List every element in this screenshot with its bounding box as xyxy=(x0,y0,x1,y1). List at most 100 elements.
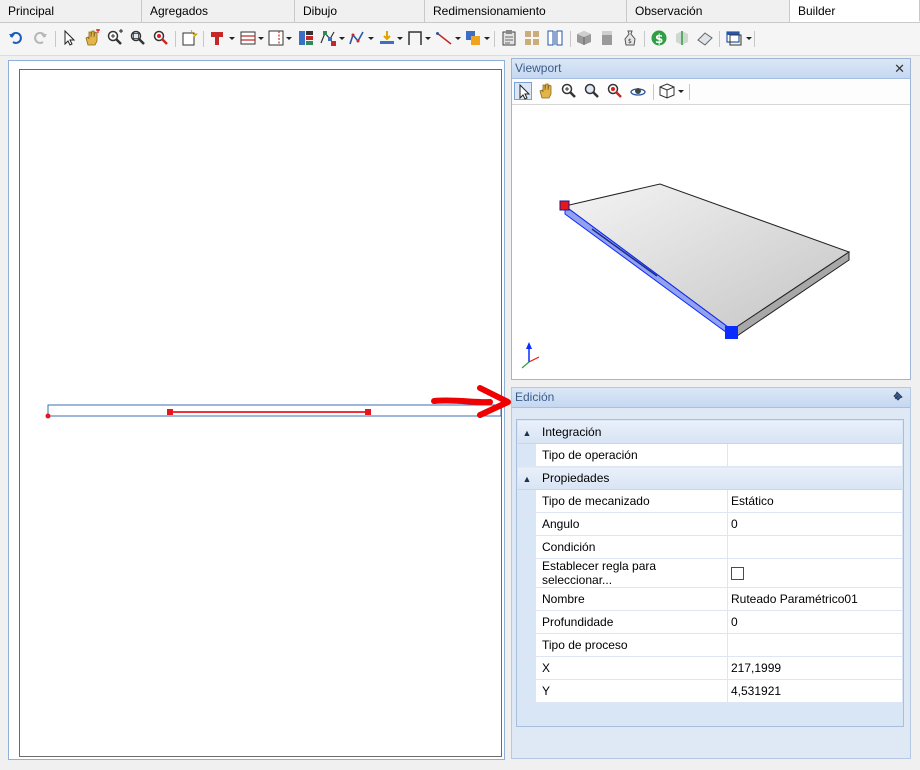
copy-block-icon[interactable] xyxy=(464,29,482,47)
end-point-marker[interactable] xyxy=(725,326,738,339)
window-dropdown[interactable] xyxy=(746,37,752,40)
zoom-fit-icon[interactable] xyxy=(106,29,124,47)
pan-hand-icon[interactable] xyxy=(83,29,101,47)
tab-redimensionamiento[interactable]: Redimensionamiento xyxy=(425,0,627,22)
property-row[interactable]: Tipo de proceso xyxy=(518,633,902,657)
zoom-icon[interactable] xyxy=(606,82,624,100)
insert-dropdown[interactable] xyxy=(397,37,403,40)
path-end-handle[interactable] xyxy=(365,409,371,415)
columns-icon[interactable] xyxy=(546,29,564,47)
path-start-handle[interactable] xyxy=(167,409,173,415)
orbit-icon[interactable] xyxy=(629,82,647,100)
tab-observacion[interactable]: Observación xyxy=(627,0,790,22)
pan-hand-icon[interactable] xyxy=(537,82,555,100)
new-sketch-icon[interactable] xyxy=(180,29,198,47)
property-value-tipo-operacion[interactable] xyxy=(727,443,902,467)
property-value-tipo-proceso[interactable] xyxy=(727,633,902,657)
property-name: Tipo de proceso xyxy=(536,633,728,657)
window-icon[interactable] xyxy=(725,29,743,47)
svg-text:$: $ xyxy=(655,32,663,46)
polyline-icon[interactable] xyxy=(348,29,366,47)
panel-frame-icon[interactable] xyxy=(267,29,285,47)
property-row[interactable]: Tipo de mecanizado Estático xyxy=(518,489,902,513)
money-bag-icon[interactable]: $ xyxy=(621,29,639,47)
nodes-dropdown[interactable] xyxy=(339,37,345,40)
dollar-icon[interactable]: $ xyxy=(650,29,668,47)
pin-icon[interactable] xyxy=(892,389,904,408)
toolbar-separator xyxy=(55,31,56,47)
property-value-tipo-mecanizado[interactable]: Estático xyxy=(727,489,902,513)
tab-builder[interactable]: Builder xyxy=(790,0,920,22)
drill-icon[interactable] xyxy=(209,29,227,47)
undo-icon[interactable] xyxy=(7,29,25,47)
insert-icon[interactable] xyxy=(378,29,396,47)
zoom-window-icon[interactable] xyxy=(129,29,147,47)
close-icon[interactable]: ✕ xyxy=(894,59,905,78)
property-row[interactable]: Y 4,531921 xyxy=(518,679,902,703)
zoom-icon[interactable] xyxy=(152,29,170,47)
box-icon[interactable] xyxy=(598,29,616,47)
bracket-icon[interactable] xyxy=(406,29,424,47)
origin-point xyxy=(45,413,51,419)
property-row[interactable]: Profundidade 0 xyxy=(518,610,902,634)
viewport-toolbar xyxy=(512,79,910,105)
toolbar-separator xyxy=(570,31,571,47)
property-name: Establecer regla para seleccionar... xyxy=(536,558,728,588)
cube-icon[interactable] xyxy=(575,29,593,47)
panel-rows-icon[interactable] xyxy=(239,29,257,47)
category-row-integracion[interactable]: ▲ Integración xyxy=(518,421,902,444)
tab-agregados[interactable]: Agregados xyxy=(142,0,295,22)
property-value-profundidade[interactable]: 0 xyxy=(727,610,902,634)
zoom-window-icon[interactable] xyxy=(583,82,601,100)
property-row[interactable]: Angulo 0 xyxy=(518,512,902,536)
view-cube-icon[interactable] xyxy=(658,82,676,100)
grid-icon[interactable] xyxy=(523,29,541,47)
edicion-title: Edición xyxy=(515,390,555,404)
property-row[interactable]: Condición xyxy=(518,535,902,559)
property-value-angulo[interactable]: 0 xyxy=(727,512,902,536)
eraser-icon[interactable] xyxy=(696,29,714,47)
zoom-fit-icon[interactable] xyxy=(560,82,578,100)
collapse-chevron-icon[interactable]: ▲ xyxy=(518,421,536,444)
property-row[interactable]: Tipo de operación xyxy=(518,443,902,467)
property-value-condicion[interactable] xyxy=(727,535,902,559)
collapse-chevron-icon[interactable]: ▲ xyxy=(518,466,536,490)
panel-rows-dropdown[interactable] xyxy=(258,37,264,40)
tab-dibujo[interactable]: Dibujo xyxy=(295,0,425,22)
start-point-marker[interactable] xyxy=(559,200,570,211)
svg-text:$: $ xyxy=(628,38,632,45)
select-arrow-icon[interactable] xyxy=(60,29,78,47)
property-value-nombre[interactable]: Ruteado Paramétrico01 xyxy=(727,587,902,611)
drill-dropdown[interactable] xyxy=(229,37,235,40)
redo-icon[interactable] xyxy=(31,29,49,47)
property-row[interactable]: X 217,1999 xyxy=(518,656,902,680)
clipboard-icon[interactable] xyxy=(500,29,518,47)
horizontal-splitter[interactable] xyxy=(511,380,911,387)
property-row[interactable]: Establecer regla para seleccionar... xyxy=(518,558,902,588)
property-row[interactable]: Nombre Ruteado Paramétrico01 xyxy=(518,587,902,611)
tab-principal[interactable]: Principal xyxy=(0,0,142,22)
property-value-regla[interactable] xyxy=(727,558,902,588)
rule-checkbox[interactable] xyxy=(731,567,744,581)
parts-stack-icon[interactable] xyxy=(297,29,315,47)
line-icon[interactable] xyxy=(435,29,453,47)
viewport-3d-view[interactable] xyxy=(512,104,910,379)
bracket-dropdown[interactable] xyxy=(425,37,431,40)
property-name: Y xyxy=(536,679,728,703)
workspace: Viewport ✕ Edición ▲ Integración Tipo de… xyxy=(0,56,920,770)
nodes-icon[interactable] xyxy=(319,29,337,47)
property-value-x[interactable]: 217,1999 xyxy=(727,656,902,680)
property-name: X xyxy=(536,656,728,680)
line-dropdown[interactable] xyxy=(455,37,461,40)
transform-icon[interactable] xyxy=(673,29,691,47)
view-dropdown[interactable] xyxy=(678,90,684,93)
category-row-propiedades[interactable]: ▲ Propiedades xyxy=(518,466,902,490)
property-value-y[interactable]: 4,531921 xyxy=(727,679,902,703)
property-name: Tipo de operación xyxy=(536,443,728,467)
panel-frame-dropdown[interactable] xyxy=(286,37,292,40)
polyline-dropdown[interactable] xyxy=(368,37,374,40)
board-top-face[interactable] xyxy=(563,183,851,331)
drawing-svg xyxy=(45,404,501,419)
select-arrow-icon[interactable] xyxy=(514,82,532,100)
copy-block-dropdown[interactable] xyxy=(484,37,490,40)
